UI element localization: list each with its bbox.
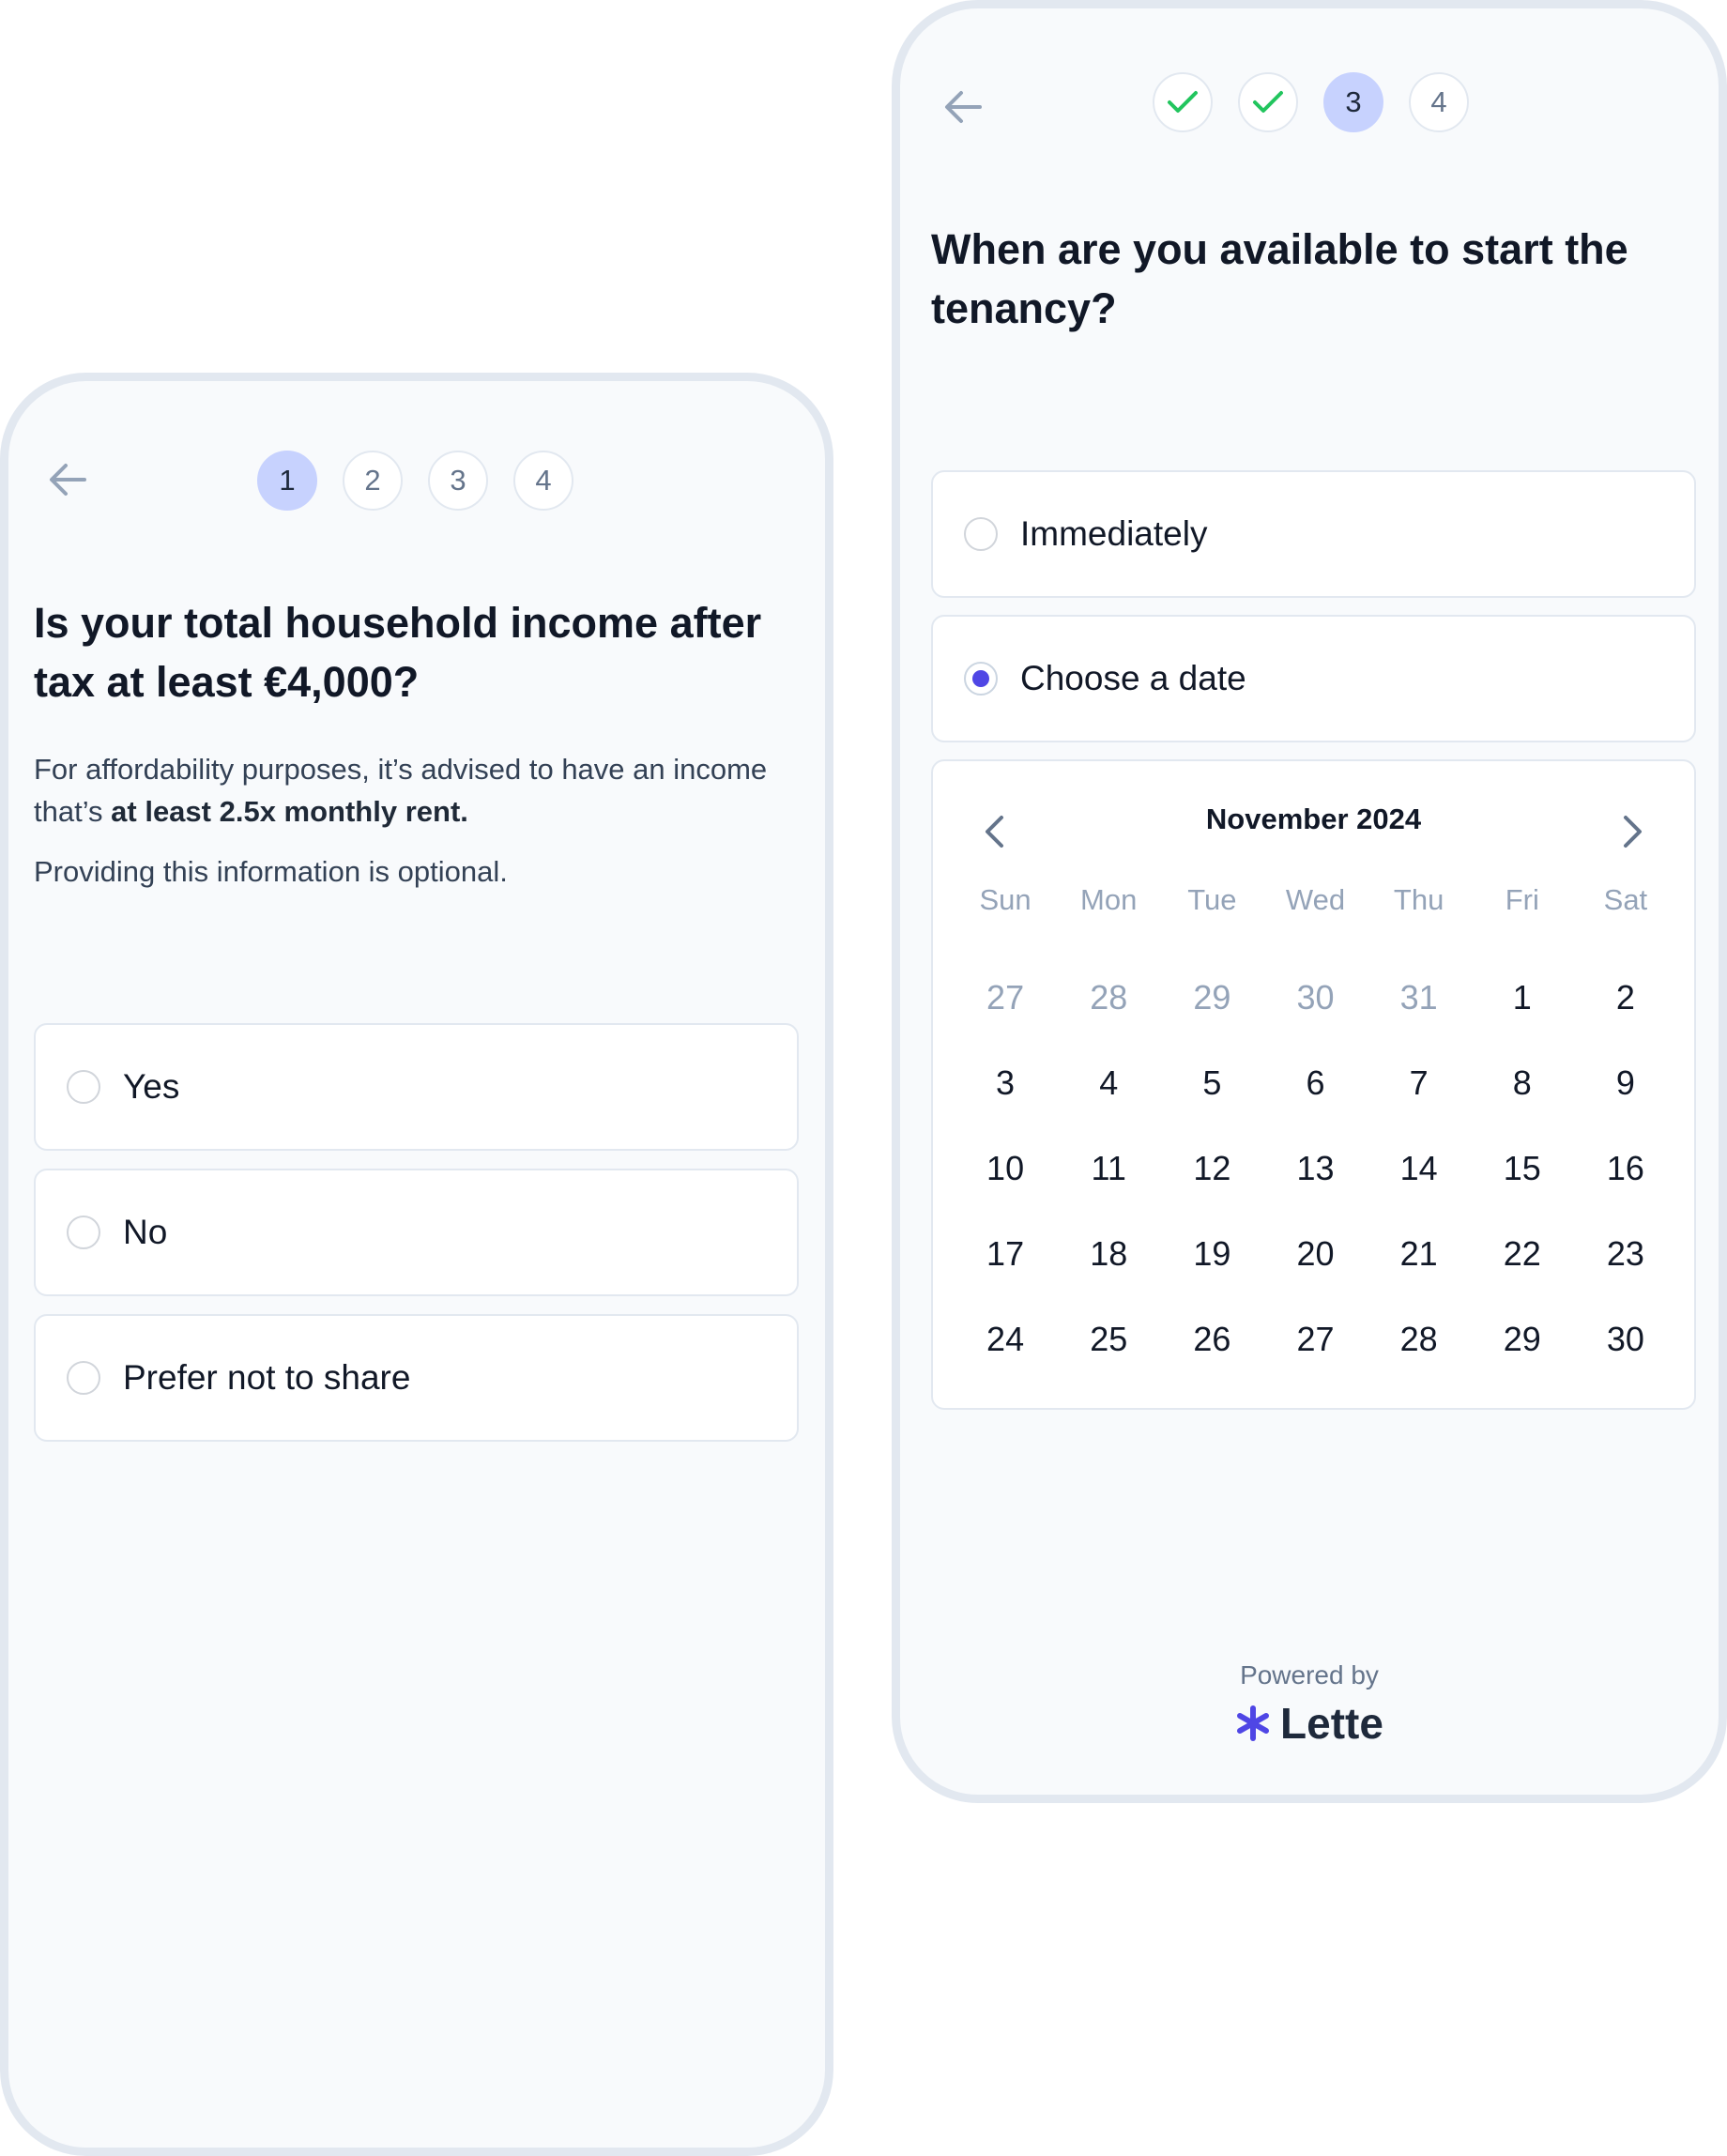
calendar-day[interactable]: 27 xyxy=(1263,1296,1367,1382)
calendar-day[interactable]: 4 xyxy=(1057,1040,1160,1125)
calendar-day[interactable]: 7 xyxy=(1368,1040,1471,1125)
calendar-day[interactable]: 25 xyxy=(1057,1296,1160,1382)
brand-logo: Lette xyxy=(900,1698,1719,1749)
income-question-screen: 1 2 3 4 Is your total household income a… xyxy=(0,373,833,2156)
weekday-label: Tue xyxy=(1187,883,1237,916)
weekday-label: Sun xyxy=(979,883,1032,916)
calendar-day[interactable]: 15 xyxy=(1471,1125,1574,1211)
option-label: No xyxy=(123,1213,168,1251)
affordability-description: For affordability purposes, it’s advised… xyxy=(34,753,768,828)
question-title: When are you available to start the tena… xyxy=(931,225,1628,332)
start-date-question-screen: 3 4 When are you available to start the … xyxy=(892,0,1727,1803)
weekday-label: Fri xyxy=(1505,883,1539,916)
calendar-day[interactable]: 29 xyxy=(1471,1296,1574,1382)
calendar-day[interactable]: 19 xyxy=(1160,1211,1263,1296)
calendar-day-outside-month: 31 xyxy=(1399,977,1438,1017)
calendar-day-outside-month: 30 xyxy=(1296,977,1335,1017)
step-4[interactable]: 4 xyxy=(1409,72,1469,132)
calendar-day[interactable]: 8 xyxy=(1471,1040,1574,1125)
calendar-day[interactable]: 18 xyxy=(1057,1211,1160,1296)
option-yes[interactable]: Yes xyxy=(34,1023,799,1151)
option-prefer-not-to-share[interactable]: Prefer not to share xyxy=(34,1314,799,1442)
calendar-day[interactable]: 22 xyxy=(1471,1211,1574,1296)
step-2[interactable]: 2 xyxy=(343,451,403,511)
arrow-left-icon xyxy=(945,91,982,123)
calendar-day[interactable]: 20 xyxy=(1263,1211,1367,1296)
calendar-day[interactable]: 6 xyxy=(1263,1040,1367,1125)
step-4[interactable]: 4 xyxy=(513,451,573,511)
step-3[interactable]: 3 xyxy=(1323,72,1383,132)
calendar-day[interactable]: 13 xyxy=(1263,1125,1367,1211)
option-no[interactable]: No xyxy=(34,1169,799,1296)
check-icon xyxy=(1253,91,1283,113)
calendar-day[interactable]: 14 xyxy=(1368,1125,1471,1211)
calendar-day[interactable]: 10 xyxy=(954,1125,1057,1211)
calendar-day[interactable]: 1 xyxy=(1471,955,1574,1040)
calendar-day[interactable]: 28 xyxy=(1368,1296,1471,1382)
calendar-day[interactable]: 5 xyxy=(1160,1040,1263,1125)
calendar-day[interactable]: 30 xyxy=(1574,1296,1677,1382)
brand-name: Lette xyxy=(1280,1699,1383,1748)
radio-button[interactable] xyxy=(67,1216,100,1249)
step-1[interactable]: 1 xyxy=(257,451,317,511)
calendar-day-grid: 27 28 29 30 31 1 2 3 4 5 6 7 8 9 10 11 12 13 14 15 16 17 18 19 2… xyxy=(933,955,1698,1382)
calendar-day[interactable]: 2 xyxy=(1574,955,1677,1040)
powered-by-label: Powered by xyxy=(1240,1660,1379,1690)
step-3[interactable]: 3 xyxy=(428,451,488,511)
weekday-label: Thu xyxy=(1393,883,1444,916)
calendar-day[interactable]: 24 xyxy=(954,1296,1057,1382)
radio-button-selected[interactable] xyxy=(964,662,998,696)
calendar-day[interactable]: 3 xyxy=(954,1040,1057,1125)
step-1-completed[interactable] xyxy=(1153,72,1213,132)
calendar-day[interactable]: 11 xyxy=(1057,1125,1160,1211)
calendar-day[interactable]: 16 xyxy=(1574,1125,1677,1211)
asterisk-icon xyxy=(1237,1705,1270,1741)
rent-multiplier-highlight: at least 2.5x monthly rent. xyxy=(111,795,468,828)
chevron-right-icon xyxy=(1624,816,1642,848)
calendar-day[interactable]: 9 xyxy=(1574,1040,1677,1125)
calendar-day[interactable]: 12 xyxy=(1160,1125,1263,1211)
arrow-left-icon xyxy=(50,464,86,496)
weekday-label: Mon xyxy=(1080,883,1138,916)
calendar-day[interactable]: 17 xyxy=(954,1211,1057,1296)
back-button[interactable] xyxy=(39,451,96,508)
weekday-label: Wed xyxy=(1285,883,1346,916)
radio-button[interactable] xyxy=(67,1070,100,1104)
weekday-header: Sun Mon Tue Wed Thu Fri Sat xyxy=(933,883,1698,917)
option-choose-a-date[interactable]: Choose a date xyxy=(931,615,1696,742)
step-2-completed[interactable] xyxy=(1238,72,1298,132)
weekday-label: Sat xyxy=(1603,883,1648,916)
option-immediately[interactable]: Immediately xyxy=(931,470,1696,598)
question-title: Is your total household income after tax… xyxy=(34,599,762,706)
option-label: Choose a date xyxy=(1020,659,1246,697)
radio-button[interactable] xyxy=(67,1361,100,1395)
step-indicator: 1 2 3 4 xyxy=(257,451,573,511)
back-button[interactable] xyxy=(935,79,991,135)
option-label: Prefer not to share xyxy=(123,1358,411,1397)
calendar-day[interactable]: 23 xyxy=(1574,1211,1677,1296)
calendar-day[interactable]: 21 xyxy=(1368,1211,1471,1296)
optional-note: Providing this information is optional. xyxy=(34,855,508,888)
calendar-day-outside-month: 27 xyxy=(986,977,1025,1017)
next-month-button[interactable] xyxy=(1610,808,1657,855)
check-icon xyxy=(1168,91,1198,113)
calendar-day[interactable]: 26 xyxy=(1160,1296,1263,1382)
option-label: Immediately xyxy=(1020,514,1208,553)
radio-button[interactable] xyxy=(964,517,998,551)
option-label: Yes xyxy=(123,1067,180,1106)
calendar-day-outside-month: 29 xyxy=(1193,977,1231,1017)
calendar-day-outside-month: 28 xyxy=(1090,977,1128,1017)
calendar-month-label: November 2024 xyxy=(1205,803,1422,835)
radio-dot xyxy=(972,670,989,687)
step-indicator: 3 4 xyxy=(1153,72,1469,132)
date-picker-calendar: November 2024 Sun Mon Tue Wed Thu Fri Sa… xyxy=(931,759,1696,1410)
